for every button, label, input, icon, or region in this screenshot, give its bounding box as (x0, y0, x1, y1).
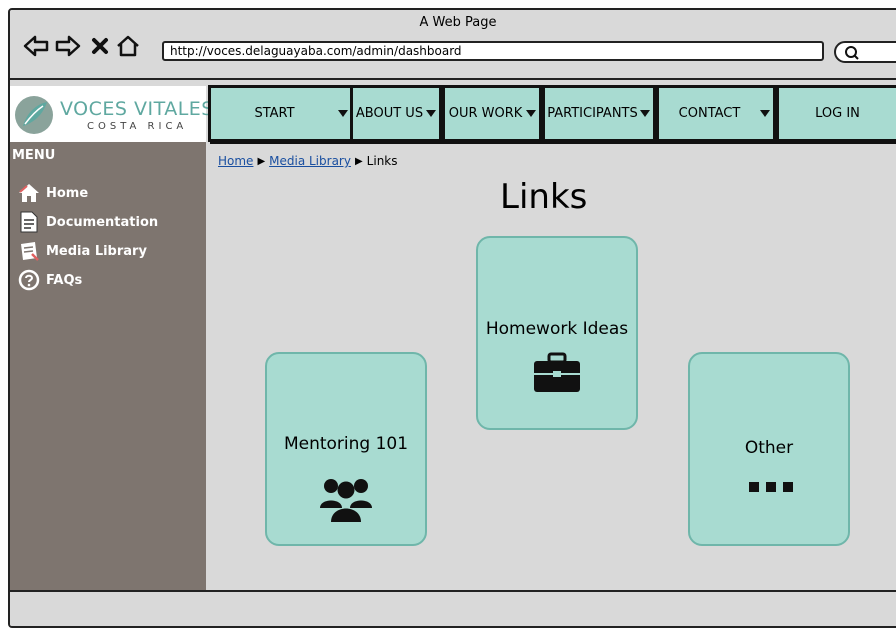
back-icon[interactable] (22, 32, 50, 60)
breadcrumb-home-link[interactable]: Home (218, 154, 253, 168)
leaf-logo-icon (15, 96, 53, 134)
nav-label: CONTACT (678, 106, 741, 121)
brand-subtitle: COSTA RICA (87, 121, 188, 132)
browser-toolbar: A Web Page http://voces.delaguayaba.com/… (10, 10, 896, 80)
sidebar-item-label: Documentation (46, 214, 159, 230)
nav-start[interactable]: START (208, 85, 354, 142)
card-other[interactable]: Other (688, 352, 850, 546)
menu-heading: MENU (12, 148, 56, 163)
nav-label: START (254, 106, 295, 121)
nav-log-in[interactable]: LOG IN (776, 85, 896, 142)
card-homework-ideas[interactable]: Homework Ideas (476, 236, 638, 430)
browser-window: A Web Page http://voces.delaguayaba.com/… (8, 8, 896, 628)
nav-about-us[interactable]: ABOUT US (350, 85, 442, 142)
sidebar-item-faqs[interactable]: FAQs (18, 269, 82, 291)
card-label: Homework Ideas (485, 319, 629, 339)
nav-label: LOG IN (815, 106, 860, 121)
url-input[interactable]: http://voces.delaguayaba.com/admin/dashb… (162, 41, 824, 61)
chevron-right-icon: ▶ (257, 155, 266, 167)
chevron-down-icon (760, 110, 770, 117)
help-icon (18, 269, 40, 291)
card-mentoring-101[interactable]: Mentoring 101 (265, 352, 427, 546)
page-title: Links (500, 177, 588, 217)
sidebar: MENU Home Documentation Media Library FA… (10, 142, 206, 626)
sidebar-item-documentation[interactable]: Documentation (18, 211, 158, 233)
brand-logo[interactable]: VOCES VITALES COSTA RICA (10, 86, 213, 144)
home-browser-icon[interactable] (114, 32, 142, 60)
breadcrumb-current: Links (366, 154, 398, 168)
stop-icon[interactable] (86, 32, 114, 60)
card-label: Other (744, 438, 794, 458)
breadcrumb: Home ▶ Media Library ▶ Links (218, 154, 398, 168)
chevron-down-icon (426, 110, 436, 117)
card-label: Mentoring 101 (283, 434, 409, 454)
chevron-down-icon (526, 110, 536, 117)
more-icon (749, 482, 793, 492)
nav-label: OUR WORK (448, 106, 523, 121)
home-icon (19, 184, 39, 202)
sidebar-item-label: Home (46, 185, 89, 201)
sidebar-item-label: FAQs (46, 272, 83, 288)
breadcrumb-media-library-link[interactable]: Media Library (269, 154, 351, 168)
search-icon (845, 46, 859, 60)
document-icon (20, 211, 38, 233)
media-library-icon (21, 242, 39, 261)
chevron-down-icon (640, 110, 650, 117)
nav-label: PARTICIPANTS (547, 106, 638, 121)
brand-title: VOCES VITALES (60, 98, 214, 120)
briefcase-icon (534, 352, 580, 392)
browser-search-field[interactable] (834, 41, 896, 63)
group-icon (320, 479, 372, 522)
chevron-right-icon: ▶ (354, 155, 363, 167)
forward-icon[interactable] (54, 32, 82, 60)
sidebar-item-label: Media Library (46, 243, 147, 259)
nav-contact[interactable]: CONTACT (656, 85, 776, 142)
nav-our-work[interactable]: OUR WORK (442, 85, 542, 142)
sidebar-item-home[interactable]: Home (18, 182, 88, 204)
sidebar-item-media-library[interactable]: Media Library (18, 240, 147, 262)
chevron-down-icon (338, 110, 348, 117)
nav-label: ABOUT US (355, 106, 424, 121)
browser-status-bar (10, 590, 896, 626)
window-title: A Web Page (419, 15, 497, 30)
nav-participants[interactable]: PARTICIPANTS (542, 85, 656, 142)
